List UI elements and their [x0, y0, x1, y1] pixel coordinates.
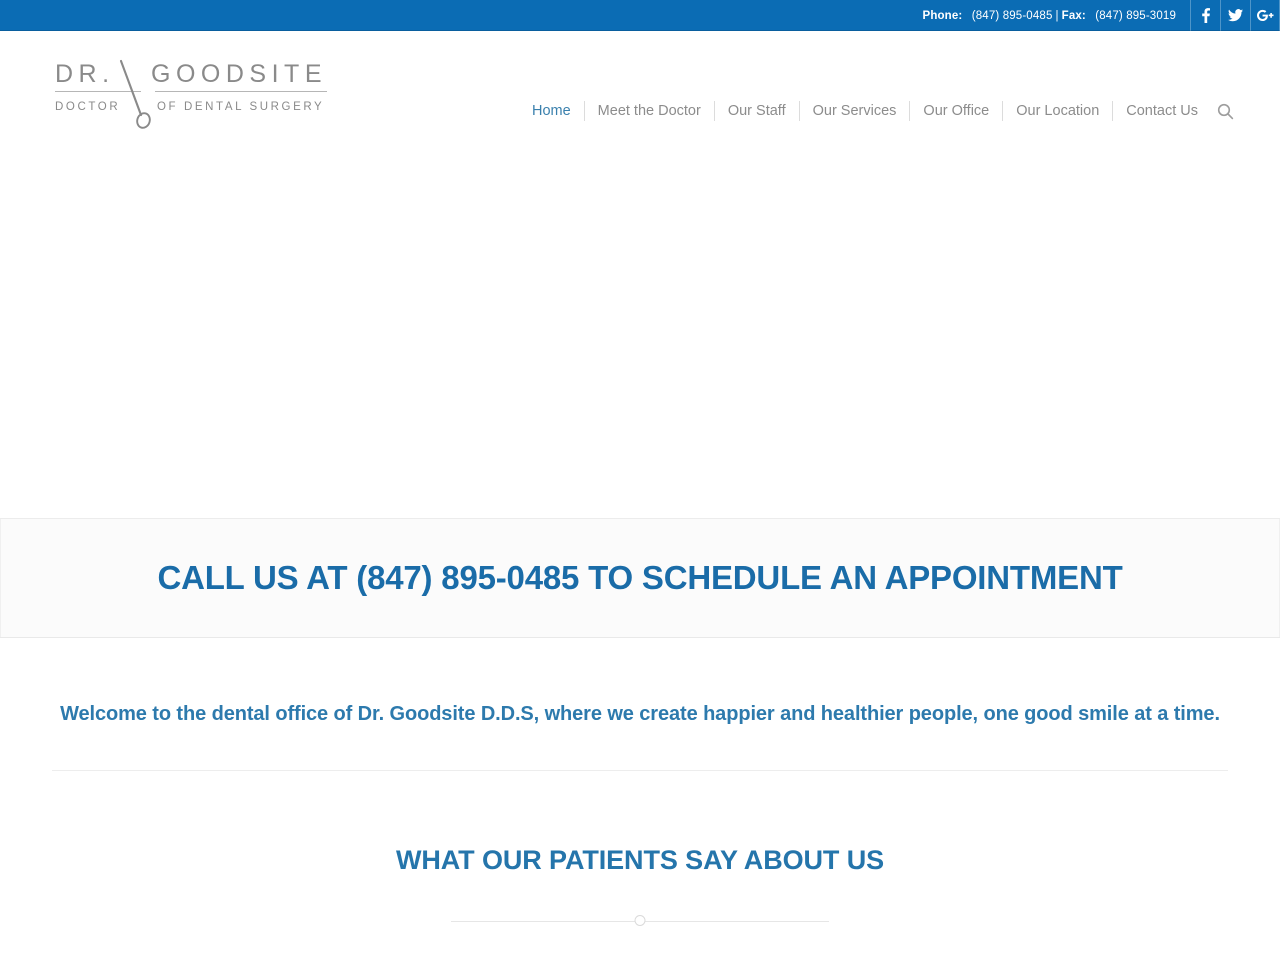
nav-item-contact-us[interactable]: Contact Us	[1113, 101, 1212, 121]
decorative-divider	[451, 915, 829, 928]
logo-rule-right	[155, 91, 327, 92]
social-links	[1190, 0, 1280, 31]
search-icon[interactable]	[1214, 100, 1236, 122]
contact-separator: |	[1055, 9, 1059, 22]
nav-item-our-location[interactable]: Our Location	[1003, 101, 1114, 121]
call-to-action-banner: CALL US AT (847) 895-0485 TO SCHEDULE AN…	[0, 518, 1280, 638]
top-bar: Phone: (847) 895-0485 | Fax: (847) 895-3…	[0, 0, 1280, 31]
logo-subtitle-doctor: DOCTOR	[55, 101, 121, 113]
welcome-text: Welcome to the dental office of Dr. Good…	[60, 703, 1220, 725]
logo-title-dr: DR.	[55, 60, 115, 88]
nav-item-meet-the-doctor[interactable]: Meet the Doctor	[585, 101, 715, 121]
main-navigation: Home Meet the Doctor Our Staff Our Servi…	[519, 100, 1236, 122]
site-logo[interactable]: DR. GOODSITE DOCTOR OF DENTAL SURGERY	[55, 59, 327, 129]
nav-item-our-services[interactable]: Our Services	[800, 101, 911, 121]
divider-circle-icon	[634, 915, 646, 926]
logo-subtitle-specialty: OF DENTAL SURGERY	[157, 101, 325, 113]
twitter-icon[interactable]	[1220, 0, 1250, 31]
logo-rule-left	[55, 91, 141, 92]
nav-item-home[interactable]: Home	[519, 101, 585, 121]
testimonials-heading: WHAT OUR PATIENTS SAY ABOUT US	[395, 845, 885, 875]
phone-label: Phone:	[922, 9, 963, 22]
logo-title: DR. GOODSITE	[55, 59, 327, 89]
hero-slider-area	[0, 156, 1280, 518]
phone-number[interactable]: (847) 895-0485	[972, 10, 1053, 22]
fax-label-space	[1086, 10, 1095, 22]
cta-heading: CALL US AT (847) 895-0485 TO SCHEDULE AN…	[157, 559, 1123, 596]
nav-item-our-office[interactable]: Our Office	[910, 101, 1004, 121]
top-bar-contact-info: Phone: (847) 895-0485 | Fax: (847) 895-3…	[923, 0, 1190, 31]
logo-divider-rules	[55, 91, 327, 92]
google-plus-icon[interactable]	[1250, 0, 1280, 31]
nav-item-our-staff[interactable]: Our Staff	[715, 101, 800, 121]
testimonials-section: WHAT OUR PATIENTS SAY ABOUT US	[0, 771, 1280, 928]
facebook-icon[interactable]	[1190, 0, 1220, 31]
phone-label-space	[962, 10, 971, 22]
logo-subtitle: DOCTOR OF DENTAL SURGERY	[55, 97, 327, 117]
fax-label: Fax:	[1061, 9, 1086, 22]
welcome-section: Welcome to the dental office of Dr. Good…	[0, 638, 1280, 728]
logo-title-goodsite: GOODSITE	[151, 60, 327, 88]
fax-number: (847) 895-3019	[1095, 9, 1176, 22]
site-header: DR. GOODSITE DOCTOR OF DENTAL SURGERY Ho…	[0, 31, 1280, 156]
